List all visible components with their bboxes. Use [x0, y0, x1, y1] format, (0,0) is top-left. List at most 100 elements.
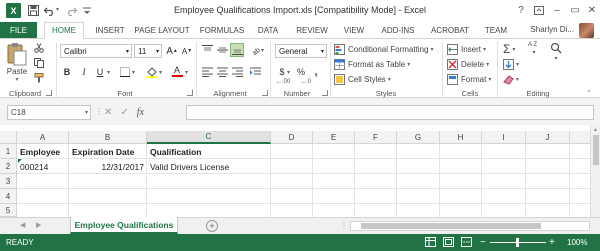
customize-toolbar-icon[interactable] — [80, 4, 93, 17]
align-left-icon[interactable] — [200, 65, 214, 79]
cell-b1[interactable]: Expiration Date — [70, 144, 146, 159]
column-header-d[interactable]: D — [271, 131, 313, 144]
cell-a1[interactable]: Employee — [18, 144, 68, 159]
italic-button[interactable]: I — [77, 65, 91, 79]
zoom-slider-thumb[interactable] — [516, 238, 519, 247]
name-box[interactable]: C18 ▾ — [7, 105, 91, 120]
user-name[interactable]: Sharlyn Di... — [530, 25, 574, 34]
tab-page-layout[interactable]: PAGE LAYOUT — [133, 22, 191, 39]
clear-button[interactable]: ▾ — [503, 72, 519, 86]
insert-cells-button[interactable]: Insert ▾ — [447, 42, 486, 56]
grow-font-button[interactable]: A ▲ — [165, 44, 179, 58]
row-header-1[interactable]: 1 — [0, 144, 17, 159]
autosum-button[interactable]: Σ ▾ — [503, 42, 515, 56]
scroll-thumb[interactable] — [361, 223, 541, 229]
avatar[interactable] — [579, 23, 594, 38]
alignment-launcher-icon[interactable] — [262, 90, 268, 96]
borders-dropdown-icon[interactable]: ▾ — [132, 69, 135, 76]
font-size-select[interactable]: 11 ▾ — [134, 44, 162, 58]
undo-dropdown-icon[interactable]: ▾ — [56, 6, 59, 13]
tab-home[interactable]: HOME — [44, 22, 84, 39]
number-format-select[interactable]: General ▾ — [275, 44, 327, 58]
formula-input[interactable] — [186, 105, 594, 120]
bold-button[interactable]: B — [60, 65, 74, 79]
number-launcher-icon[interactable] — [322, 90, 328, 96]
collapse-ribbon-icon[interactable]: ⌃ — [586, 89, 592, 97]
percent-button[interactable]: % — [294, 65, 308, 79]
orientation-dropdown-icon[interactable]: ▾ — [261, 47, 264, 54]
ribbon-display-button[interactable] — [530, 2, 548, 18]
column-header-g[interactable]: G — [397, 131, 440, 144]
column-header-b[interactable]: B — [69, 131, 147, 144]
tab-acrobat[interactable]: ACROBAT — [426, 22, 474, 39]
page-break-view-icon[interactable] — [461, 237, 472, 249]
vertical-scrollbar[interactable]: ▲ — [590, 125, 600, 219]
horizontal-scrollbar[interactable] — [350, 221, 590, 231]
tab-review[interactable]: REVIEW — [291, 22, 333, 39]
tab-file[interactable]: FILE — [0, 22, 37, 39]
format-as-table-button[interactable]: Format as Table ▾ — [334, 57, 410, 71]
column-header-i[interactable]: I — [482, 131, 526, 144]
align-center-icon[interactable] — [215, 65, 229, 79]
page-layout-view-icon[interactable] — [443, 237, 454, 249]
scroll-up-icon[interactable]: ▲ — [591, 127, 600, 133]
align-bottom-icon[interactable] — [230, 43, 244, 57]
restore-button[interactable]: ▭ — [566, 2, 584, 18]
minimize-button[interactable]: – — [548, 2, 566, 18]
find-select-button[interactable]: ▾ — [550, 42, 562, 66]
row-header-4[interactable]: 4 — [0, 189, 17, 204]
align-middle-icon[interactable] — [215, 43, 229, 57]
tab-team[interactable]: TEAM — [480, 22, 512, 39]
decrease-decimal-button[interactable]: →.0 — [300, 79, 316, 86]
sheet-tab-employee-qualifications[interactable]: Employee Qualifications — [70, 217, 178, 234]
tab-formulas[interactable]: FORMULAS — [197, 22, 247, 39]
tab-split-grip-icon[interactable]: ⋮ — [340, 221, 348, 230]
format-painter-icon[interactable] — [32, 71, 46, 85]
column-header-e[interactable]: E — [313, 131, 355, 144]
row-header-5[interactable]: 5 — [0, 204, 17, 217]
column-header-f[interactable]: F — [355, 131, 397, 144]
orientation-icon[interactable]: ab — [248, 43, 262, 57]
sort-filter-button[interactable]: A Z ▾ — [528, 42, 540, 66]
increase-decimal-button[interactable]: ←.00 — [276, 79, 292, 86]
indent-icon[interactable] — [248, 65, 262, 79]
comma-button[interactable]: , — [309, 65, 323, 79]
cut-icon[interactable] — [32, 41, 46, 55]
tab-view[interactable]: VIEW — [339, 22, 369, 39]
insert-function-icon[interactable]: fx — [137, 107, 144, 118]
close-button[interactable]: ✕ — [583, 2, 600, 18]
conditional-formatting-button[interactable]: Conditional Formatting ▾ — [334, 42, 434, 56]
sheet-next-icon[interactable]: ▶ — [36, 221, 41, 229]
help-button[interactable]: ? — [512, 2, 530, 18]
sheet-prev-icon[interactable]: ◀ — [20, 221, 25, 229]
delete-cells-button[interactable]: Delete ▾ — [447, 57, 489, 71]
column-header-a[interactable]: A — [17, 131, 69, 144]
underline-button[interactable]: U — [93, 65, 107, 79]
font-color-icon[interactable]: A — [170, 64, 184, 78]
save-icon[interactable] — [27, 4, 40, 17]
fill-button[interactable]: ▾ — [503, 57, 519, 71]
font-name-select[interactable]: Calibri ▾ — [60, 44, 132, 58]
normal-view-icon[interactable] — [425, 237, 436, 249]
cell-c2[interactable]: Valid Drivers License — [148, 159, 270, 174]
cell-b2[interactable]: 12/31/2017 — [70, 159, 146, 174]
cell-c1[interactable]: Qualification — [148, 144, 270, 159]
underline-dropdown-icon[interactable]: ▾ — [107, 69, 110, 76]
column-header-h[interactable]: H — [440, 131, 482, 144]
borders-icon[interactable] — [118, 65, 132, 79]
format-cells-button[interactable]: Format ▾ — [447, 72, 491, 86]
redo-icon[interactable] — [65, 4, 78, 17]
cell-styles-button[interactable]: Cell Styles ▾ — [334, 72, 391, 86]
tab-data[interactable]: DATA — [252, 22, 284, 39]
row-header-3[interactable]: 3 — [0, 174, 17, 189]
cell-a2[interactable]: 000214 — [18, 159, 68, 174]
align-right-icon[interactable] — [230, 65, 244, 79]
row-header-2[interactable]: 2 — [0, 159, 17, 174]
align-top-icon[interactable] — [200, 43, 214, 57]
clipboard-launcher-icon[interactable] — [46, 90, 52, 96]
font-color-dropdown-icon[interactable]: ▾ — [185, 69, 188, 76]
shrink-font-button[interactable]: A ▼ — [180, 44, 194, 58]
font-launcher-icon[interactable] — [187, 90, 193, 96]
fill-color-dropdown-icon[interactable]: ▾ — [159, 69, 162, 76]
scroll-thumb[interactable] — [592, 135, 599, 165]
